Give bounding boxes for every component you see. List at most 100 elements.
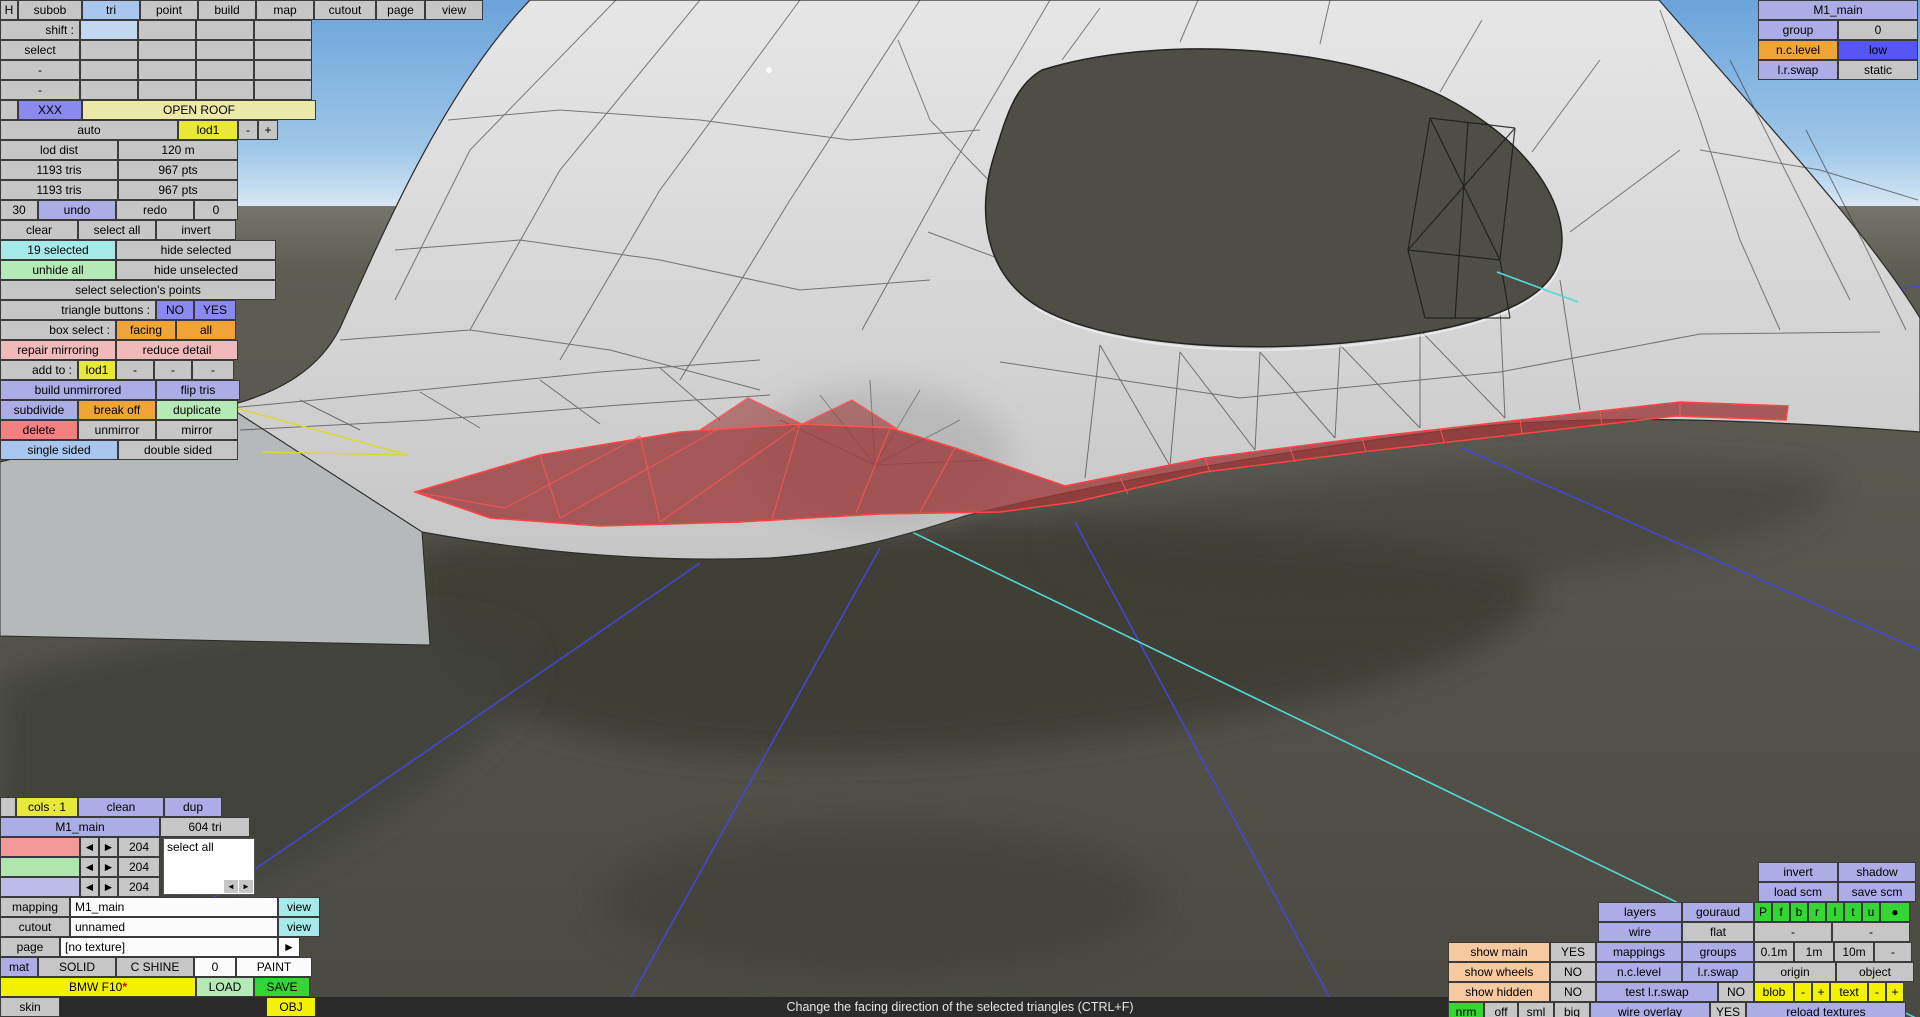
tab-map[interactable]: map (257, 1, 313, 19)
mat-solid-button[interactable]: SOLID (39, 958, 115, 976)
nc-level-button[interactable]: n.c.level (1759, 41, 1837, 59)
tab-page[interactable]: page (377, 1, 424, 19)
mappings-button[interactable]: mappings (1597, 943, 1681, 961)
lod1-button[interactable]: lod1 (179, 121, 237, 139)
save-button[interactable]: SAVE (255, 978, 309, 996)
clean-button[interactable]: clean (79, 798, 163, 816)
cols-button[interactable]: cols : 1 (17, 798, 77, 816)
unhide-all-button[interactable]: unhide all (1, 261, 115, 279)
box-select-all[interactable]: all (177, 321, 235, 339)
lr-swap-view-button[interactable]: l.r.swap (1683, 963, 1753, 981)
show-hidden-button[interactable]: show hidden (1449, 983, 1549, 1001)
test-lr-swap-value[interactable]: NO (1719, 983, 1753, 1001)
show-wheels-button[interactable]: show wheels (1449, 963, 1549, 981)
page-button[interactable]: page (1, 938, 59, 956)
break-off-button[interactable]: break off (79, 401, 155, 419)
double-sided-button[interactable]: double sided (119, 441, 237, 459)
mode-slot-label-1[interactable]: - (1, 61, 79, 79)
tab-view[interactable]: view (426, 1, 482, 19)
mode-slot-1c[interactable] (197, 61, 253, 79)
obj-export-button[interactable]: OBJ (267, 998, 315, 1016)
tab-h[interactable]: H (1, 1, 17, 19)
blob-plus-button[interactable]: + (1813, 983, 1829, 1001)
groups-button[interactable]: groups (1683, 943, 1753, 961)
add-to-slot-2[interactable]: - (155, 361, 191, 379)
select-slot-4[interactable] (255, 41, 311, 59)
layer-u-button[interactable]: u (1863, 903, 1879, 921)
swatch-green-prev[interactable]: ◄ (81, 858, 98, 876)
grid-10m-button[interactable]: 10m (1835, 943, 1873, 961)
blob-minus-button[interactable]: - (1795, 983, 1811, 1001)
tab-point[interactable]: point (141, 1, 197, 19)
flat-button[interactable]: flat (1683, 923, 1753, 941)
mode-slot-1a[interactable] (81, 61, 137, 79)
swatch-red-prev[interactable]: ◄ (81, 838, 98, 856)
triangle-buttons-yes[interactable]: YES (195, 301, 235, 319)
cutout-view-button[interactable]: view (279, 918, 319, 936)
mapping-name-field[interactable]: M1_main (71, 898, 277, 916)
mode-slot-1d[interactable] (255, 61, 311, 79)
selection-set-list[interactable]: select all ◄ ► (163, 838, 255, 895)
select-slot-1[interactable] (81, 41, 137, 59)
swatch-blue-next[interactable]: ► (100, 878, 117, 896)
mode-slot-1b[interactable] (139, 61, 195, 79)
open-roof-button[interactable]: OPEN ROOF (83, 101, 315, 119)
text-plus-button[interactable]: + (1887, 983, 1903, 1001)
object-button[interactable]: object (1837, 963, 1913, 981)
lod-plus-button[interactable]: + (259, 121, 277, 139)
text-button[interactable]: text (1831, 983, 1867, 1001)
wire-slot-2[interactable]: - (1833, 923, 1909, 941)
flip-tris-button[interactable]: flip tris (157, 381, 239, 399)
xxx-button[interactable]: XXX (19, 101, 81, 119)
lod-minus-button[interactable]: - (239, 121, 257, 139)
shift-slot-3[interactable] (197, 21, 253, 39)
mirror-button[interactable]: mirror (157, 421, 237, 439)
list-next-button[interactable]: ► (239, 880, 253, 893)
lr-swap-value[interactable]: static (1839, 61, 1917, 79)
grid-01m-button[interactable]: 0.1m (1755, 943, 1793, 961)
mapping-view-button[interactable]: view (279, 898, 319, 916)
layers-button[interactable]: layers (1599, 903, 1681, 921)
load-scm-button[interactable]: load scm (1759, 883, 1837, 901)
add-to-lod1[interactable]: lod1 (79, 361, 115, 379)
cutout-name-field[interactable]: unnamed (71, 918, 277, 936)
mode-slot-2c[interactable] (197, 81, 253, 99)
layer-t-button[interactable]: t (1845, 903, 1861, 921)
page-next-button[interactable]: ► (279, 938, 299, 956)
group-button[interactable]: group (1759, 21, 1837, 39)
show-hidden-value[interactable]: NO (1551, 983, 1595, 1001)
layer-l-button[interactable]: l (1827, 903, 1843, 921)
wire-overlay-button[interactable]: wire overlay (1591, 1003, 1709, 1017)
repair-mirroring-button[interactable]: repair mirroring (1, 341, 115, 359)
duplicate-button[interactable]: duplicate (157, 401, 237, 419)
save-scm-button[interactable]: save scm (1839, 883, 1915, 901)
build-unmirrored-button[interactable]: build unmirrored (1, 381, 155, 399)
mat-paint-field[interactable]: PAINT (237, 958, 311, 976)
layer-r-button[interactable]: r (1809, 903, 1825, 921)
origin-button[interactable]: origin (1755, 963, 1835, 981)
box-select-facing[interactable]: facing (117, 321, 175, 339)
select-selections-points-button[interactable]: select selection's points (1, 281, 275, 299)
layer-dot-button[interactable]: ● (1881, 903, 1909, 921)
shadow-button[interactable]: shadow (1839, 863, 1915, 881)
show-main-value[interactable]: YES (1551, 943, 1595, 961)
mode-slot-label-2[interactable]: - (1, 81, 79, 99)
layer-f-button[interactable]: f (1773, 903, 1789, 921)
invert-button[interactable]: invert (1759, 863, 1837, 881)
select-button[interactable]: select (1, 41, 79, 59)
lod-dist-button[interactable]: lod dist (1, 141, 117, 159)
nc-level-view-button[interactable]: n.c.level (1597, 963, 1681, 981)
wire-button[interactable]: wire (1599, 923, 1681, 941)
mode-slot-2b[interactable] (139, 81, 195, 99)
mat-button[interactable]: mat (1, 958, 37, 976)
show-main-button[interactable]: show main (1449, 943, 1549, 961)
car-file-button[interactable]: BMW F10* (1, 978, 195, 996)
reload-textures-button[interactable]: reload textures (1747, 1003, 1905, 1017)
cutout-button[interactable]: cutout (1, 918, 69, 936)
lod-dist-value[interactable]: 120 m (119, 141, 237, 159)
nrm-button[interactable]: nrm (1449, 1003, 1483, 1017)
auto-button[interactable]: auto (1, 121, 177, 139)
single-sided-button[interactable]: single sided (1, 441, 117, 459)
hide-unselected-button[interactable]: hide unselected (117, 261, 275, 279)
mode-slot-2a[interactable] (81, 81, 137, 99)
